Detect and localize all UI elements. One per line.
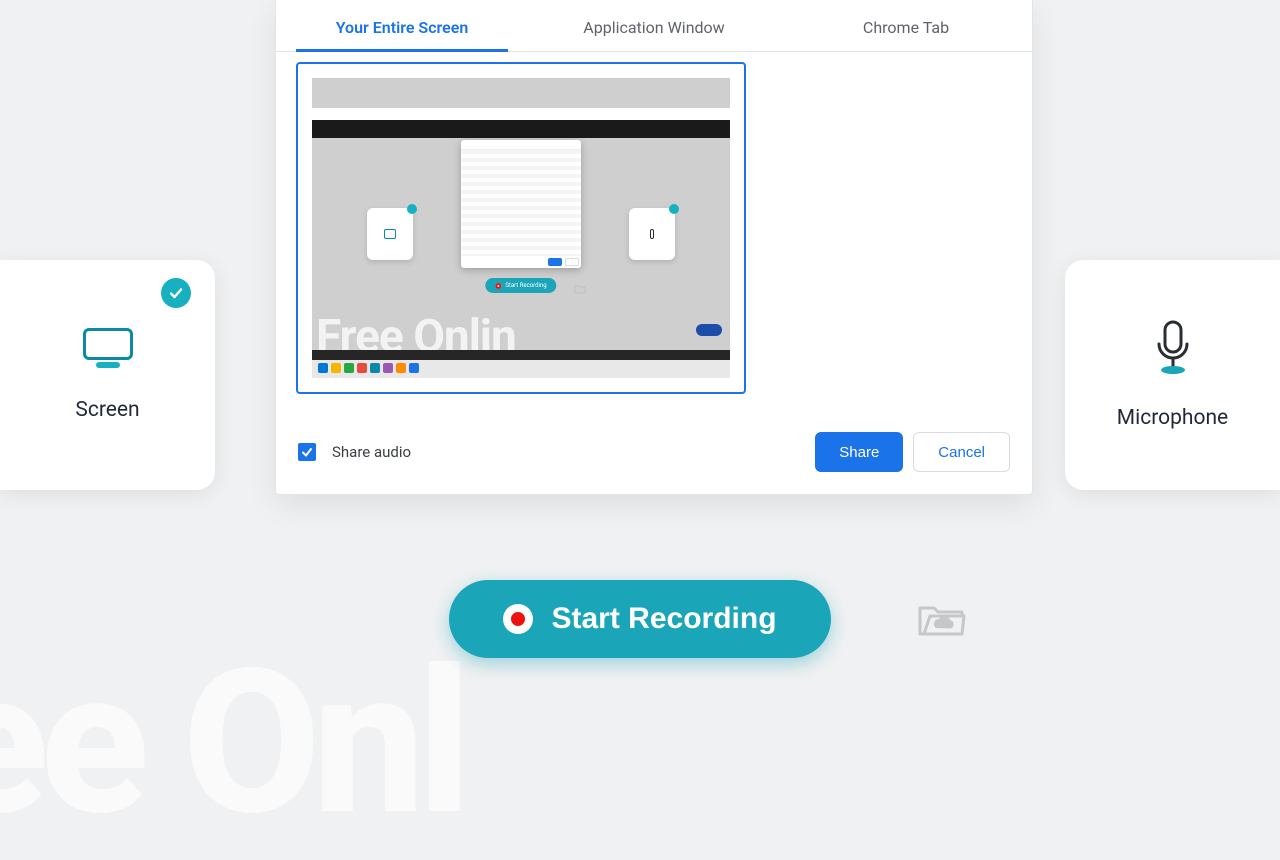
source-card-microphone[interactable]: Microphone bbox=[1065, 260, 1280, 490]
microphone-icon bbox=[1155, 320, 1191, 376]
share-button[interactable]: Share bbox=[815, 432, 903, 472]
open-folder-icon[interactable] bbox=[916, 598, 966, 640]
inner-start-recording-pill: Start Recording bbox=[485, 278, 556, 293]
source-card-screen[interactable]: Screen bbox=[0, 260, 215, 490]
cancel-button[interactable]: Cancel bbox=[913, 432, 1010, 472]
dialog-footer: Share audio Share Cancel bbox=[276, 414, 1032, 494]
screen-previews: Start Recording Free Onlin bbox=[276, 52, 1032, 414]
screen-thumbnail: Start Recording Free Onlin bbox=[312, 78, 730, 378]
background-watermark: ee Onl bbox=[0, 625, 1280, 860]
source-label-microphone: Microphone bbox=[1117, 406, 1228, 430]
inner-folder-icon bbox=[574, 279, 586, 289]
share-tabs: Your Entire Screen Application Window Ch… bbox=[276, 0, 1032, 52]
share-audio-label: Share audio bbox=[332, 443, 411, 461]
share-audio-checkbox[interactable] bbox=[298, 443, 316, 461]
recording-controls: Start Recording bbox=[0, 580, 1280, 658]
tab-entire-screen[interactable]: Your Entire Screen bbox=[276, 0, 528, 51]
tab-application-window[interactable]: Application Window bbox=[528, 0, 780, 51]
source-label-screen: Screen bbox=[75, 398, 139, 422]
share-audio-option[interactable]: Share audio bbox=[298, 443, 815, 461]
selected-check-icon bbox=[161, 278, 191, 308]
share-contents-dialog: Your Entire Screen Application Window Ch… bbox=[275, 0, 1033, 495]
monitor-icon bbox=[83, 328, 133, 368]
screen-preview-item[interactable]: Start Recording Free Onlin bbox=[296, 62, 746, 394]
start-recording-button[interactable]: Start Recording bbox=[449, 580, 830, 658]
record-icon bbox=[503, 604, 533, 634]
tab-chrome-tab[interactable]: Chrome Tab bbox=[780, 0, 1032, 51]
start-recording-label: Start Recording bbox=[551, 602, 776, 636]
